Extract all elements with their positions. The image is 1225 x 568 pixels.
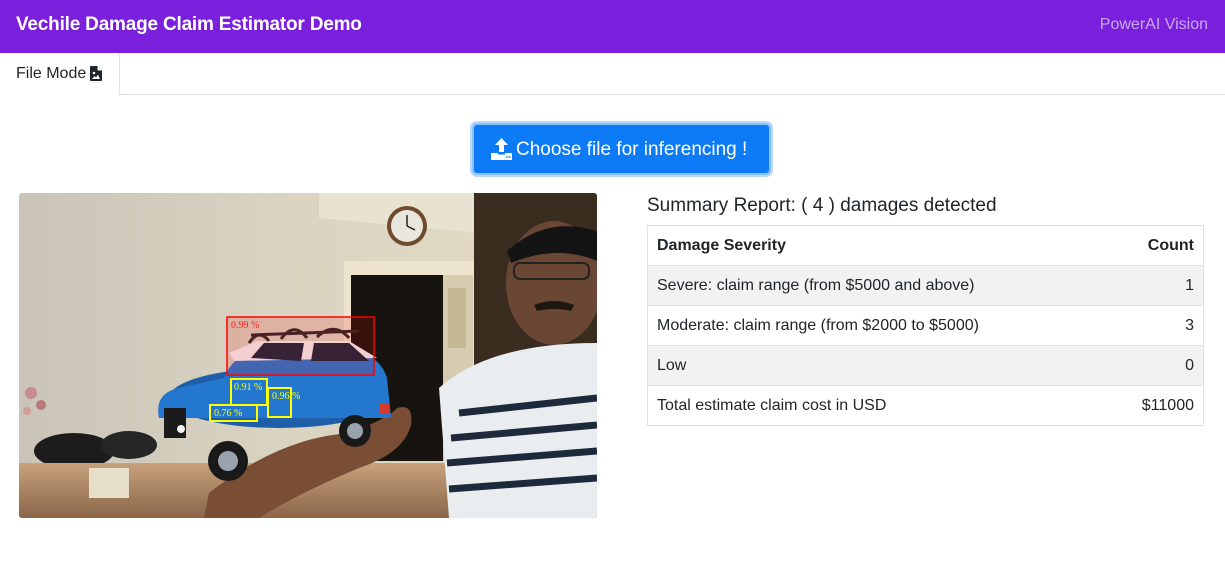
row-label-low: Low <box>647 345 1108 386</box>
table-row: Low 0 <box>647 345 1204 386</box>
table-header-row: Damage Severity Count <box>647 225 1204 266</box>
row-value-total: $11000 <box>1107 385 1204 426</box>
app-title[interactable]: Vechile Damage Claim Estimator Demo <box>16 14 362 36</box>
inference-photo-scene: 0.99 % 0.91 % 0.96 % 0.76 % <box>19 193 597 518</box>
detection-label-1: 0.99 % <box>231 320 259 331</box>
detection-label-2: 0.91 % <box>234 382 262 393</box>
top-navbar: Vechile Damage Claim Estimator Demo Powe… <box>0 0 1225 53</box>
row-label-moderate: Moderate: claim range (from $2000 to $50… <box>647 305 1108 346</box>
header-damage-severity: Damage Severity <box>647 225 1108 266</box>
row-label-total: Total estimate claim cost in USD <box>647 385 1108 426</box>
tab-file-mode-label: File Mode <box>16 65 87 82</box>
table-row: Severe: claim range (from $5000 and abov… <box>647 265 1204 306</box>
table-row: Total estimate claim cost in USD $11000 <box>647 385 1204 426</box>
mode-tabs: File Mode <box>0 53 1225 95</box>
row-label-severe: Severe: claim range (from $5000 and abov… <box>647 265 1108 306</box>
row-value-severe: 1 <box>1107 265 1204 306</box>
inference-image: 0.99 % 0.91 % 0.96 % 0.76 % <box>19 193 597 518</box>
choose-file-label: Choose file for inferencing ! <box>516 139 748 160</box>
detection-label-4: 0.76 % <box>214 408 242 419</box>
row-value-moderate: 3 <box>1107 305 1204 346</box>
powerai-vision-link[interactable]: PowerAI Vision <box>1100 16 1208 34</box>
summary-table: Damage Severity Count Severe: claim rang… <box>647 225 1204 426</box>
upload-icon <box>491 138 512 160</box>
table-row: Moderate: claim range (from $2000 to $50… <box>647 305 1204 346</box>
summary-title: Summary Report: ( 4 ) damages detected <box>647 195 997 216</box>
choose-file-button[interactable]: Choose file for inferencing ! <box>472 123 771 175</box>
row-value-low: 0 <box>1107 345 1204 386</box>
file-image-icon <box>90 66 102 81</box>
detection-label-3: 0.96 % <box>272 391 300 402</box>
header-count: Count <box>1107 225 1204 266</box>
tab-file-mode[interactable]: File Mode <box>0 53 120 95</box>
